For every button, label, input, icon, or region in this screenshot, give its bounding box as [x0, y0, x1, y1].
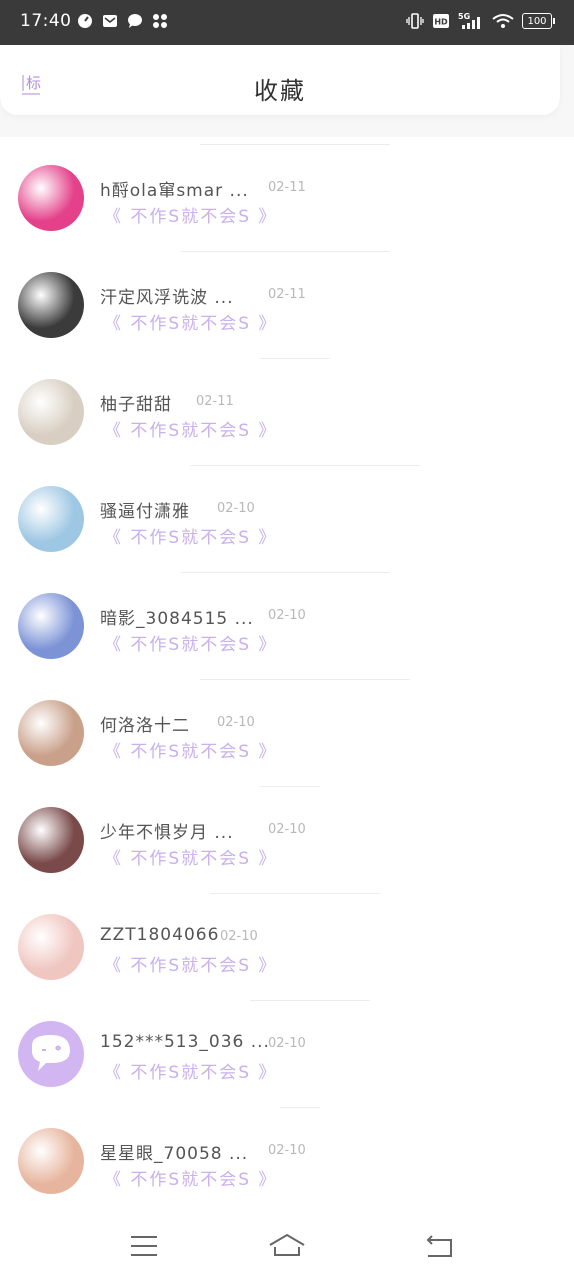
item-date: 02-10: [268, 1143, 306, 1158]
status-bar: 17:40 HD 5G 100: [0, 0, 574, 45]
favorite-text: 《 不作S就不会S 》: [104, 421, 278, 441]
status-left-icons: [76, 12, 169, 30]
avatar[interactable]: [18, 165, 84, 231]
avatar[interactable]: [18, 700, 84, 766]
list-item[interactable]: 何洛洛十二 02-10 《 不作S就不会S 》: [0, 675, 574, 782]
status-right: HD 5G 100: [406, 12, 555, 30]
avatar[interactable]: [18, 379, 84, 445]
divider: [260, 786, 320, 787]
battery-icon: 100: [522, 13, 555, 29]
bottom-nav: [0, 1210, 574, 1280]
vibrate-icon: [406, 12, 424, 30]
avatar[interactable]: [18, 593, 84, 659]
divider: [280, 1107, 320, 1108]
item-date: 02-10: [268, 1036, 306, 1051]
svg-text:HD: HD: [434, 18, 448, 27]
contact-name: 星星眼_70058 ...: [100, 1144, 249, 1164]
fan-icon: [151, 12, 169, 30]
divider: [250, 1000, 370, 1001]
item-date: 02-10: [217, 501, 255, 516]
item-date: 02-10: [268, 822, 306, 837]
contact-name: 柚子甜甜: [100, 395, 172, 415]
item-date: 02-10: [220, 929, 258, 944]
avatar[interactable]: [18, 272, 84, 338]
list-item[interactable]: 汗定风浮诜波 ... 02-11 《 不作S就不会S 》: [0, 247, 574, 354]
contact-name: 152***513_036 ...: [100, 1032, 270, 1052]
page-title: 收藏: [254, 77, 306, 105]
divider: [180, 251, 390, 252]
divider: [200, 144, 390, 145]
list-item[interactable]: 柚子甜甜 02-11 《 不作S就不会S 》: [0, 354, 574, 461]
back-button[interactable]: [418, 1230, 458, 1262]
favorite-text: 《 不作S就不会S 》: [104, 207, 278, 227]
list-item[interactable]: 暗影_3084515 ... 02-10 《 不作S就不会S 》: [0, 568, 574, 675]
signal-5g-icon: 5G: [458, 12, 484, 30]
contact-name: ZZT1804066: [100, 925, 220, 945]
divider: [180, 572, 390, 573]
item-date: 02-11: [196, 394, 234, 409]
favorite-text: 《 不作S就不会S 》: [104, 635, 278, 655]
avatar[interactable]: [18, 1128, 84, 1194]
favorites-list: h酹ola窜smar ... 02-11 《 不作S就不会S 》汗定风浮诜波 ...…: [0, 140, 574, 1210]
wifi-icon: [492, 12, 514, 30]
menu-button[interactable]: [124, 1230, 164, 1262]
list-item[interactable]: 星星眼_70058 ... 02-10 《 不作S就不会S 》: [0, 1103, 574, 1210]
timer-icon: [76, 12, 94, 30]
favorite-text: 《 不作S就不会S 》: [104, 528, 278, 548]
contact-name: 暗影_3084515 ...: [100, 609, 254, 629]
mail-icon: [101, 12, 119, 30]
item-date: 02-11: [268, 180, 306, 195]
list-item[interactable]: ZZT1804066 02-10 《 不作S就不会S 》: [0, 889, 574, 996]
contact-name: h酹ola窜smar ...: [100, 181, 249, 201]
contact-name: 何洛洛十二: [100, 716, 190, 736]
avatar[interactable]: [18, 807, 84, 873]
avatar[interactable]: [18, 914, 84, 980]
contact-name: 汗定风浮诜波 ...: [100, 288, 234, 308]
hd-icon: HD: [432, 12, 450, 30]
svg-text:5G: 5G: [458, 12, 470, 21]
divider: [260, 358, 330, 359]
divider: [200, 679, 410, 680]
contact-name: 少年不惧岁月 ...: [100, 823, 234, 843]
divider: [190, 465, 420, 466]
favorite-text: 《 不作S就不会S 》: [104, 849, 278, 869]
favorite-text: 《 不作S就不会S 》: [104, 314, 278, 334]
header: 标 收藏: [0, 45, 574, 137]
item-date: 02-10: [268, 608, 306, 623]
item-date: 02-10: [217, 715, 255, 730]
list-item[interactable]: 152***513_036 ... 02-10 《 不作S就不会S 》: [0, 996, 574, 1103]
favorite-text: 《 不作S就不会S 》: [104, 1170, 278, 1190]
back-icon: [426, 1235, 452, 1257]
favorite-text: 《 不作S就不会S 》: [104, 742, 278, 762]
item-date: 02-11: [268, 287, 306, 302]
avatar[interactable]: [18, 486, 84, 552]
chat-bubble-icon: [126, 12, 144, 30]
favorite-text: 《 不作S就不会S 》: [104, 956, 278, 976]
status-time: 17:40: [20, 11, 72, 31]
avatar[interactable]: [18, 1021, 84, 1087]
menu-icon: [131, 1236, 157, 1256]
list-item[interactable]: 少年不惧岁月 ... 02-10 《 不作S就不会S 》: [0, 782, 574, 889]
list-item[interactable]: h酹ola窜smar ... 02-11 《 不作S就不会S 》: [0, 140, 574, 247]
list-item[interactable]: 骚逼付潇雅 02-10 《 不作S就不会S 》: [0, 461, 574, 568]
chat-face-icon: [32, 1035, 70, 1071]
home-button[interactable]: [267, 1230, 307, 1262]
home-icon: [269, 1233, 305, 1256]
favorite-text: 《 不作S就不会S 》: [104, 1063, 278, 1083]
divider: [210, 893, 380, 894]
header-card: 标 收藏: [0, 45, 560, 115]
contact-name: 骚逼付潇雅: [100, 502, 190, 522]
